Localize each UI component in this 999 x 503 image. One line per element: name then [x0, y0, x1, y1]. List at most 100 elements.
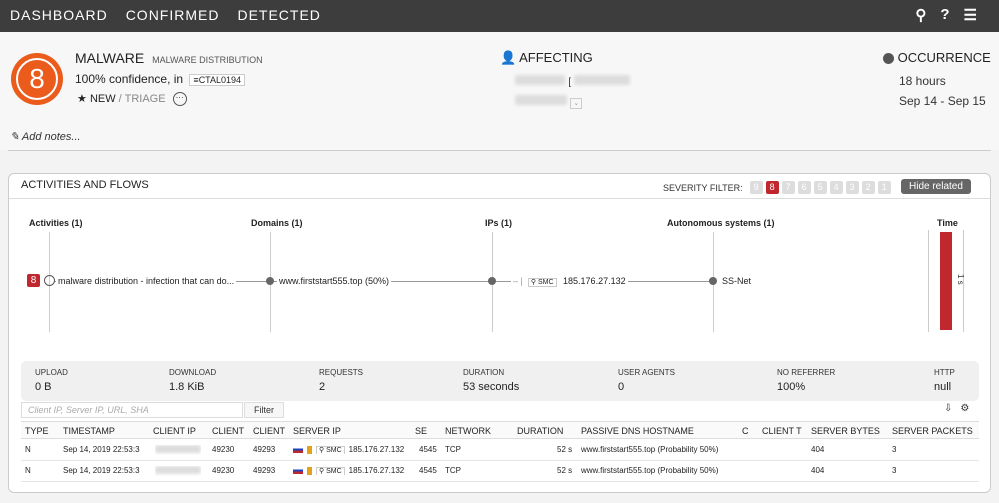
activity-node[interactable]	[44, 275, 55, 286]
th-hostname[interactable]: PASSIVE DNS HOSTNAME	[581, 426, 731, 436]
domain-node[interactable]	[266, 277, 274, 285]
asys-node[interactable]	[709, 277, 717, 285]
domain-text[interactable]: www.firststart555.top (50%)	[277, 276, 392, 286]
cell-server-bytes: 404	[811, 445, 825, 454]
star-icon[interactable]: ★	[77, 93, 87, 105]
th-client-ip[interactable]: CLIENT IP	[153, 426, 207, 436]
activity-text[interactable]: malware distribution - infection that ca…	[56, 276, 237, 286]
activity-severity-badge: 8	[27, 274, 40, 287]
stat-no-referrer-value: 100%	[777, 381, 806, 393]
th-network[interactable]: NETWORK	[445, 426, 509, 436]
th-client-2[interactable]: CLIENT	[253, 426, 289, 436]
lock-icon	[307, 445, 312, 454]
affecting-host-redacted: [	[515, 74, 631, 88]
severity-filter-3[interactable]: 3	[845, 181, 859, 194]
stat-upload: UPLOAD 0 B	[35, 368, 68, 393]
hide-related-button[interactable]: Hide related	[901, 179, 971, 194]
menu-icon[interactable]: ☰	[964, 6, 977, 24]
cell-server-port: 4545	[419, 466, 437, 475]
flow-filter-input[interactable]: Client IP, Server IP, URL, SHA	[21, 402, 243, 418]
chevron-down-icon[interactable]: ⌄	[570, 98, 583, 109]
cell-duration: 52 s	[557, 445, 573, 454]
smc-label: SMC	[326, 468, 342, 475]
help-icon[interactable]: ?	[940, 6, 949, 24]
occurrence-duration: 18 hours	[899, 74, 946, 88]
cell-hostname: www.firststart555.top (Probability 50%)	[581, 466, 719, 475]
cell-server-ip: ⚲ SMC 185.176.27.132	[293, 466, 404, 475]
ip-prefix: – |	[513, 276, 526, 286]
th-server-ip[interactable]: SERVER IP	[293, 426, 405, 436]
more-options-icon[interactable]: ···	[172, 92, 187, 107]
smc-label: SMC	[326, 447, 342, 454]
smc-label: SMC	[537, 279, 554, 286]
severity-filter-1[interactable]: 1	[877, 181, 891, 194]
th-server-port[interactable]: SE	[415, 426, 435, 436]
nav-detected[interactable]: DETECTED	[237, 7, 320, 23]
stat-no-referrer: NO REFERRER 100%	[777, 368, 835, 393]
main-nav: DASHBOARD CONFIRMED DETECTED	[10, 7, 321, 23]
panel-title: ACTIVITIES AND FLOWS	[21, 179, 149, 191]
th-timestamp[interactable]: TIMESTAMP	[63, 426, 149, 436]
download-icon[interactable]: ⇩	[944, 403, 952, 414]
severity-filter-2[interactable]: 2	[861, 181, 875, 194]
occurrence-title: OCCURRENCE	[883, 50, 991, 65]
filter-button[interactable]: Filter	[244, 402, 284, 418]
th-client-port[interactable]: CLIENT	[212, 426, 248, 436]
cell-client-port: 49230	[212, 445, 235, 454]
cell-client-2: 49293	[253, 445, 276, 454]
th-server-packets[interactable]: SERVER PACKETS	[892, 426, 974, 436]
affecting-user-redacted: ⌄	[515, 94, 583, 109]
ip-text[interactable]: – | ⚲ SMC 185.176.27.132	[511, 276, 628, 287]
cell-client-ip-redacted	[155, 466, 201, 476]
status-new[interactable]: NEW	[90, 93, 116, 105]
add-notes[interactable]: ✎ Add notes...	[10, 130, 81, 143]
top-navigation-bar: DASHBOARD CONFIRMED DETECTED ⚲ ? ☰	[0, 0, 999, 32]
stat-http-label: HTTP	[934, 368, 955, 377]
severity-filter-6[interactable]: 6	[797, 181, 811, 194]
ip-node[interactable]	[488, 277, 496, 285]
status-triage[interactable]: TRIAGE	[125, 93, 166, 105]
flow-stats: UPLOAD 0 B DOWNLOAD 1.8 KiB REQUESTS 2 DURA…	[21, 361, 979, 401]
severity-filter-7[interactable]: 7	[781, 181, 795, 194]
severity-filter-4[interactable]: 4	[829, 181, 843, 194]
activities-flows-panel: ACTIVITIES AND FLOWS SEVERITY FILTER: 9 …	[8, 173, 991, 493]
alert-confidence: 100% confidence, in ≡CTAL0194	[75, 72, 246, 86]
stat-http-value: null	[934, 381, 952, 393]
th-duration[interactable]: DURATION	[517, 426, 575, 436]
time-bar[interactable]	[940, 232, 952, 330]
affecting-label: AFFECTING	[519, 50, 593, 65]
th-type[interactable]: TYPE	[25, 426, 55, 436]
stat-duration: DURATION 53 seconds	[463, 368, 519, 393]
severity-filter-8[interactable]: 8	[765, 181, 779, 194]
cell-network: TCP	[445, 466, 461, 475]
th-client-t[interactable]: CLIENT T	[762, 426, 806, 436]
th-server-bytes[interactable]: SERVER BYTES	[811, 426, 887, 436]
search-icon[interactable]: ⚲	[915, 6, 926, 24]
ip-address: 185.176.27.132	[563, 276, 626, 286]
table-row[interactable]: N Sep 14, 2019 22:53:3 49230 49293 ⚲ SMC…	[21, 440, 979, 461]
cell-duration: 52 s	[557, 466, 573, 475]
stat-download-label: DOWNLOAD	[169, 368, 217, 377]
ctal-tag[interactable]: ≡CTAL0194	[189, 74, 246, 86]
cell-server-bytes: 404	[811, 466, 825, 475]
th-c[interactable]: C	[742, 426, 754, 436]
cell-hostname: www.firststart555.top (Probability 50%)	[581, 445, 719, 454]
nav-dashboard[interactable]: DASHBOARD	[10, 7, 108, 23]
stat-requests: REQUESTS 2	[319, 368, 363, 393]
nav-confirmed[interactable]: CONFIRMED	[126, 7, 220, 23]
severity-filter: SEVERITY FILTER: 9 8 7 6 5 4 3 2 1	[663, 181, 891, 194]
severity-filter-5[interactable]: 5	[813, 181, 827, 194]
cell-server-port: 4545	[419, 445, 437, 454]
alert-subtype: MALWARE DISTRIBUTION	[152, 55, 263, 65]
topbar-icons: ⚲ ? ☰	[915, 6, 977, 24]
column-settings-icon[interactable]: ⚙	[960, 403, 969, 414]
cell-client-port: 49230	[212, 466, 235, 475]
asys-column-header: Autonomous systems (1)	[667, 218, 775, 228]
smc-badge: ⚲ SMC	[316, 446, 345, 454]
severity-filter-9[interactable]: 9	[749, 181, 763, 194]
stat-no-referrer-label: NO REFERRER	[777, 368, 836, 377]
stat-download: DOWNLOAD 1.8 KiB	[169, 368, 216, 393]
asys-text[interactable]: SS-Net	[720, 276, 754, 286]
flag-icon	[293, 446, 303, 454]
table-row[interactable]: N Sep 14, 2019 22:53:3 49230 49293 ⚲ SMC…	[21, 461, 979, 482]
